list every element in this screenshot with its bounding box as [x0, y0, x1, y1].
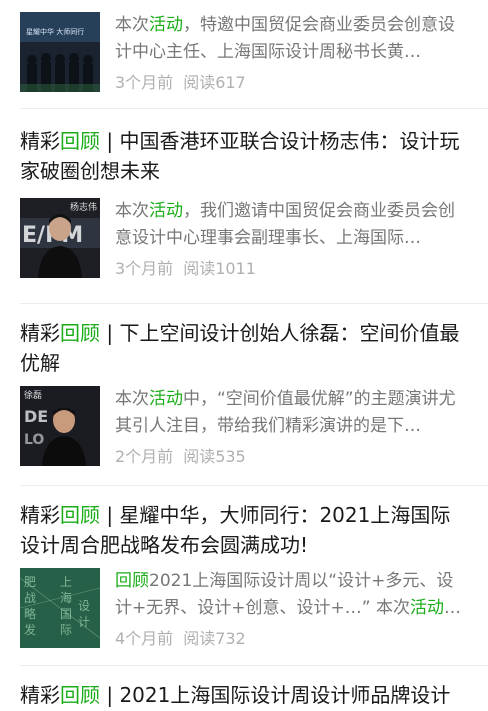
keyword-highlight: 回顾 — [60, 683, 100, 707]
svg-text:际: 际 — [60, 623, 72, 637]
article-summary: 回顾2021上海国际设计周以“设计+多元、设计+无界、设计+创意、设计+…” 本… — [115, 571, 461, 618]
thumbnail-caption: 杨志伟 — [69, 203, 97, 213]
keyword-highlight: 活动 — [409, 598, 444, 618]
article-item[interactable]: 星耀中华 大师同行 本次活动，特邀中国贸促会商业委员会创意设计中心主任、上海国际… — [0, 0, 488, 108]
article-title[interactable]: 精彩回顾 | 2021上海国际设计周设计师品牌设计 — [20, 665, 468, 710]
article-item[interactable]: 精彩回顾 | 下上空间设计创始人徐磊：空间价值最优解 DE LO 徐磊 本次活动… — [0, 303, 488, 485]
svg-text:略: 略 — [24, 606, 36, 621]
svg-text:上: 上 — [60, 575, 72, 589]
keyword-highlight: 回顾 — [60, 503, 100, 527]
keyword-highlight: 回顾 — [115, 571, 149, 591]
publish-time: 3个月前 — [115, 259, 174, 278]
article-feed: 星耀中华 大师同行 本次活动，特邀中国贸促会商业委员会创意设计中心主任、上海国际… — [0, 0, 488, 711]
read-count: 阅读617 — [183, 73, 246, 92]
thumbnail-caption: 徐磊 — [24, 391, 43, 401]
keyword-highlight: 活动 — [149, 201, 183, 221]
article-meta: 2个月前 阅读535 — [115, 446, 468, 468]
publish-time: 4个月前 — [115, 629, 174, 648]
article-meta: 4个月前 阅读732 — [115, 628, 468, 650]
article-title[interactable]: 精彩回顾 | 星耀中华，大师同行：2021上海国际设计周合肥战略发布会圆满成功! — [20, 485, 468, 560]
article-thumbnail: 肥战略发 上海国际 设计 — [20, 568, 100, 648]
article-meta: 3个月前 阅读1011 — [115, 258, 468, 280]
article-summary: 本次活动，特邀中国贸促会商业委员会创意设计中心主任、上海国际设计周秘书长黄… — [115, 15, 455, 62]
publish-time: 3个月前 — [115, 73, 174, 92]
article-item[interactable]: 精彩回顾 | 中国香港环亚联合设计杨志伟：设计玩家破圈创想未来 E/PM 杨志伟… — [0, 108, 488, 303]
article-title[interactable]: 精彩回顾 | 下上空间设计创始人徐磊：空间价值最优解 — [20, 303, 468, 378]
article-thumbnail: 星耀中华 大师同行 — [20, 12, 100, 92]
svg-text:星耀中华 大师同行: 星耀中华 大师同行 — [26, 27, 84, 36]
article-thumbnail: DE LO 徐磊 — [20, 386, 100, 466]
article-summary: 本次活动，我们邀请中国贸促会商业委员会创意设计中心理事会副理事长、上海国际… — [115, 201, 455, 248]
read-count: 阅读732 — [183, 629, 246, 648]
article-summary: 本次活动中，“空间价值最优解”的主题演讲尤其引人注目，带给我们精彩演讲的是下… — [115, 389, 456, 436]
read-count: 阅读1011 — [183, 259, 256, 278]
article-meta: 3个月前 阅读617 — [115, 72, 468, 94]
read-count: 阅读535 — [183, 447, 246, 466]
article-title[interactable]: 精彩回顾 | 中国香港环亚联合设计杨志伟：设计玩家破圈创想未来 — [20, 108, 468, 186]
keyword-highlight: 活动 — [149, 15, 183, 35]
svg-text:战: 战 — [24, 591, 36, 605]
article-thumbnail: E/PM 杨志伟 — [20, 198, 100, 278]
svg-text:设: 设 — [78, 599, 90, 613]
keyword-highlight: 活动 — [149, 389, 183, 409]
article-item[interactable]: 精彩回顾 | 2021上海国际设计周设计师品牌设计 — [0, 665, 488, 711]
svg-text:发: 发 — [24, 622, 36, 637]
svg-text:计: 计 — [78, 615, 90, 629]
svg-text:LO: LO — [24, 432, 44, 448]
svg-text:DE: DE — [24, 407, 48, 426]
article-item[interactable]: 精彩回顾 | 星耀中华，大师同行：2021上海国际设计周合肥战略发布会圆满成功!… — [0, 485, 488, 665]
keyword-highlight: 回顾 — [60, 129, 100, 153]
publish-time: 2个月前 — [115, 447, 174, 466]
keyword-highlight: 回顾 — [60, 321, 100, 345]
